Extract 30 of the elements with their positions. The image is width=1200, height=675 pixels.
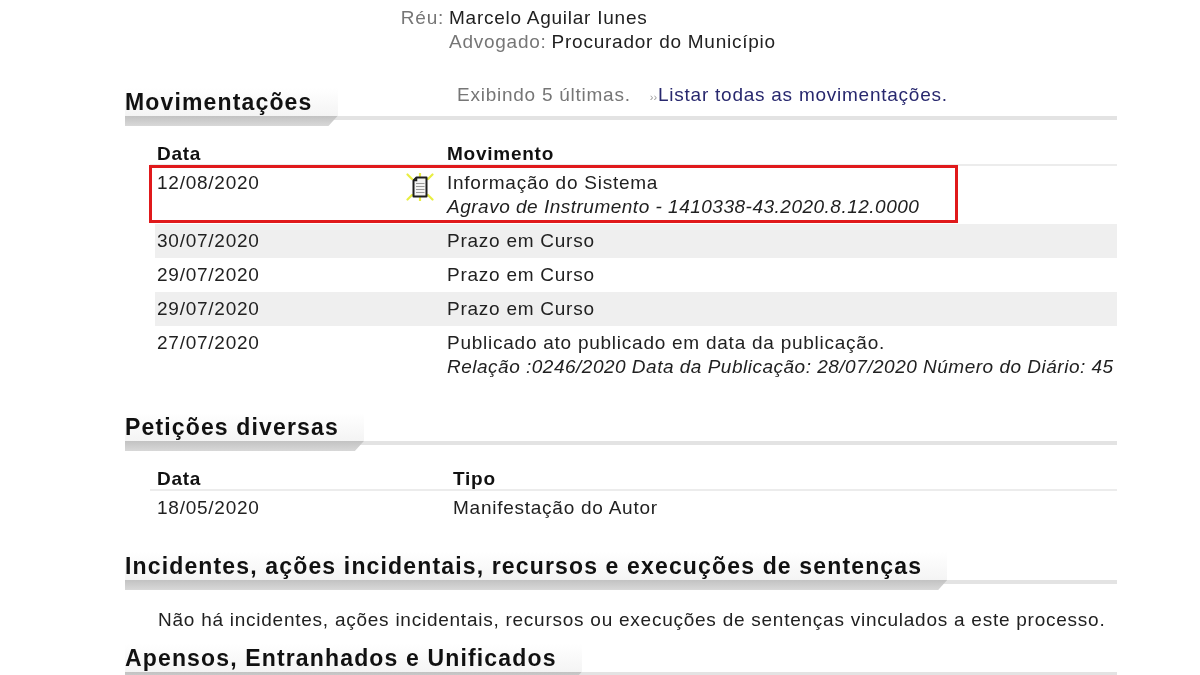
date-cell: 29/07/2020 — [157, 264, 260, 285]
date-cell: 12/08/2020 — [157, 172, 260, 193]
movement-title: Publicado ato publicado em data da publicação. — [447, 331, 885, 355]
date-cell: 29/07/2020 — [157, 298, 260, 319]
date-cell: 18/05/2020 — [157, 497, 260, 518]
movement-detail: Agravo de Instrumento - 1410338-43.2020.8.12.0000 — [447, 195, 920, 219]
party-name: Marcelo Aguilar Iunes — [449, 6, 648, 30]
empty-message: Não há incidentes, ações incidentais, recursos ou execuções de sentenças vinculados a este processo. — [158, 609, 1106, 630]
date-cell: 27/07/2020 — [157, 332, 260, 353]
movement-title: Informação do Sistema — [447, 171, 659, 195]
link-marker: ›› — [649, 90, 658, 105]
lawyer-name: Procurador do Município — [551, 30, 776, 54]
movement-title: Prazo em Curso — [447, 297, 595, 321]
movement-detail: Relação :0246/2020 Data da Publicação: 28/07/2020 Número do Diário: 45 — [447, 355, 1114, 379]
date-cell: 30/07/2020 — [157, 230, 260, 251]
section-title: Petições diversas — [125, 414, 339, 440]
list-all-link[interactable]: Listar todas as movimentações. — [658, 84, 948, 106]
listing-note: Exibindo 5 últimas. — [457, 84, 631, 106]
section-title: Incidentes, ações incidentais, recursos e execuções de sentenças — [125, 553, 923, 579]
movement-title: Prazo em Curso — [447, 229, 595, 253]
role-label: Réu: — [400, 6, 444, 30]
movement-title: Prazo em Curso — [447, 263, 595, 287]
column-header: Data — [157, 468, 202, 489]
section-title: Apensos, Entranhados e Unificados — [125, 645, 557, 671]
column-header: Movimento — [447, 143, 555, 164]
column-header: Data — [157, 143, 202, 164]
lawyer-label: Advogado: — [449, 30, 547, 54]
section-title: Movimentações — [125, 89, 313, 115]
table-cell: Manifestação do Autor — [453, 496, 658, 520]
column-header: Tipo — [453, 468, 496, 489]
